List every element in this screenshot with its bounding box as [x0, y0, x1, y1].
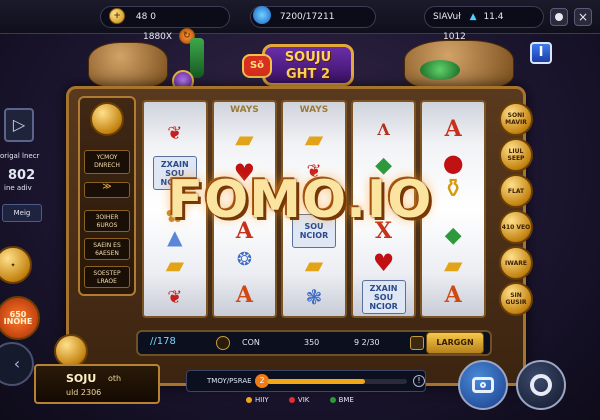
close-icon: × [577, 10, 589, 24]
player-name: SIAVuł [433, 12, 461, 22]
right-medal-1[interactable]: SONI MAVIR [499, 102, 533, 136]
gold-bar-symbol-3: ▰ [235, 124, 254, 153]
camera-icon [472, 377, 494, 393]
side-play-button[interactable]: ▷ [4, 108, 34, 142]
close-button[interactable]: × [574, 8, 592, 26]
dragon-symbol: ❂ [236, 248, 252, 270]
progress-pill: 7200/17211 [250, 6, 376, 28]
record-button[interactable] [550, 8, 568, 26]
player-pill: SIAVuł ▲ 11.4 1012 [424, 6, 544, 42]
auto-icon[interactable] [410, 336, 424, 350]
stat-a: 11.4 [483, 12, 504, 22]
balance-pill[interactable]: + 48 0 1880X ↻ [100, 6, 230, 44]
card-symbol-3: ZXAIN SOU NCIOR [361, 280, 406, 314]
promo-title: SOJU [66, 372, 97, 385]
coin-icon: + [109, 7, 125, 24]
gold-bar-symbol-4: ▰ [304, 124, 324, 153]
camera-button[interactable] [458, 360, 508, 410]
legend-item-3: BME [329, 396, 354, 404]
bottom-progress-bar: TMOY/PSRAE 2 ! [186, 370, 426, 392]
bet-value: 350 [304, 338, 320, 347]
left-back-button[interactable]: ‹ [0, 342, 34, 386]
promo-sub: uld 2306 [66, 388, 102, 397]
top-bar: + 48 0 1880X ↻ 7200/17211 SIAVuł ▲ 11.4 … [0, 0, 600, 44]
con-label: CON [242, 338, 260, 347]
gold-bar-symbol-5: ▰ [304, 250, 324, 279]
fomo-headline: FOMO.IO [167, 170, 433, 230]
gold-bar-symbol: ▰ [165, 250, 185, 279]
swirl-symbol: ❃ [305, 284, 323, 309]
right-medal-2[interactable]: LIUL SEEP [499, 138, 533, 172]
progress-fill [267, 379, 365, 384]
legend-item-2: VIK [288, 396, 310, 404]
reel-2-header: WAYS [230, 105, 259, 115]
right-sack-decoration [404, 40, 514, 90]
legend-dot-1 [246, 397, 252, 403]
left-column-medal [90, 102, 124, 136]
reel-3-header: WAYS [299, 105, 329, 115]
play-icon: ▷ [12, 115, 26, 134]
progress-value: 7200/17211 [279, 12, 335, 22]
green-bottle-icon [190, 38, 204, 78]
largen-button[interactable]: LARGGN [426, 332, 484, 354]
multiplier-value: 1880X [143, 32, 173, 42]
logo-plate: SOUJU GHT 2 [262, 44, 354, 86]
promo-coin-stack [54, 334, 88, 368]
spin-icon [530, 374, 552, 396]
legend-dot-2 [288, 397, 295, 403]
record-icon [555, 13, 563, 21]
balance-value: 48 0 [135, 12, 156, 22]
progress-track [267, 379, 407, 384]
promo-card[interactable]: SOJU oth uld 2306 [34, 364, 160, 404]
green-gems-icon [420, 60, 460, 80]
gem-icon [253, 6, 271, 24]
left-item-5[interactable]: SOESTEP LRAOE [84, 266, 130, 288]
left-item-4[interactable]: SAEIN ES 6AESEN [84, 238, 130, 260]
logo-badge: Sŏ [242, 54, 272, 78]
letter-a-symbol-3: Λ [377, 119, 390, 139]
spin-button[interactable] [516, 360, 566, 410]
side-label-top: origal lnecr [0, 152, 40, 160]
promo-suffix: oth [108, 374, 122, 383]
page-value: 9 2/30 [354, 338, 380, 347]
bottom-label: TMOY/PSRAE [207, 377, 252, 385]
bottom-legend: HIIY VIK BME [246, 396, 372, 404]
back-arrow-icon: ‹ [13, 354, 21, 373]
cherry-symbol-2: ♥ [372, 248, 395, 277]
logo-line-1: SOUJU [284, 50, 332, 65]
info-icon: I [538, 45, 544, 60]
signal-icon: ▲ [469, 12, 477, 22]
help-icon[interactable]: ! [413, 375, 425, 387]
legend-item-1: HIIY [246, 396, 269, 404]
letter-a-symbol-5: A [444, 281, 462, 308]
coin-settings-icon[interactable] [216, 336, 230, 350]
right-medal-5[interactable]: IWARE [499, 246, 533, 280]
left-big-badge[interactable]: 650 INOHE [0, 296, 40, 340]
legend-label-1: HIIY [255, 396, 269, 404]
coin-ribbon: ✦ [10, 261, 16, 269]
letter-a-symbol-2: A [235, 281, 253, 308]
red-wing-symbol-2: ❦ [167, 286, 183, 308]
legend-dot-3 [329, 397, 336, 403]
left-sack-decoration [88, 42, 168, 88]
left-gold-coin[interactable]: ✦ [0, 246, 32, 284]
game-logo: SOUJU GHT 2 Sŏ [240, 34, 370, 94]
logo-line-2: GHT 2 [286, 67, 330, 82]
red-wing-symbol: ❦ [167, 122, 183, 144]
camera-lens [480, 382, 486, 388]
info-button[interactable]: I [530, 42, 552, 64]
gold-bar-symbol-6: ▰ [443, 250, 463, 279]
legend-label-3: BME [338, 396, 354, 404]
lines-indicator[interactable]: //178 [150, 336, 176, 347]
letter-a-symbol-4: A [444, 115, 462, 142]
right-medal-6[interactable]: SIN GUSIR [499, 282, 533, 316]
legend-label-2: VIK [297, 396, 310, 404]
